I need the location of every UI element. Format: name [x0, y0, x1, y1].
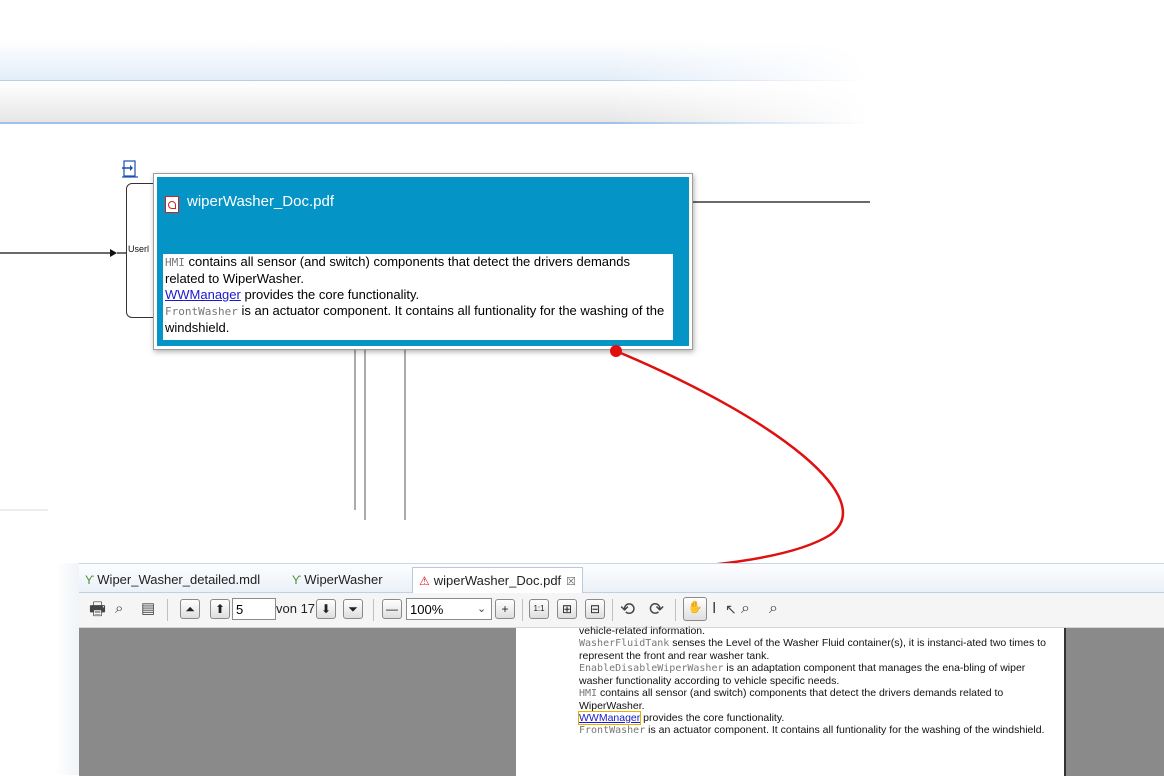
- page-edge: [1064, 628, 1066, 776]
- previous-page-button[interactable]: ⬆: [210, 599, 230, 619]
- tab-wiperwasher-doc-pdf[interactable]: ⚠ wiperWasher_Doc.pdf ☒: [412, 567, 584, 593]
- link-wwmanager[interactable]: WWManager: [165, 287, 241, 302]
- doc-preview-popup: wiperWasher_Doc.pdf HMI contains all sen…: [153, 173, 693, 350]
- print-icon[interactable]: 🖶: [89, 598, 106, 620]
- rotate-right-icon[interactable]: ⟳: [649, 598, 664, 620]
- next-page-button[interactable]: ⬇: [316, 599, 336, 619]
- zoom-out-button[interactable]: —: [382, 599, 402, 619]
- model-icon: Ƴ: [292, 573, 302, 587]
- page-number-input[interactable]: 5: [232, 598, 276, 620]
- popup-title: wiperWasher_Doc.pdf: [187, 193, 335, 210]
- document-link-icon[interactable]: [122, 160, 138, 178]
- actual-size-button[interactable]: 1:1: [529, 599, 549, 619]
- pdf-icon: [165, 196, 179, 213]
- tab-wiperwasher[interactable]: Ƴ WiperWasher: [292, 567, 383, 592]
- page-properties-icon[interactable]: ▤: [141, 598, 155, 620]
- chevron-down-icon[interactable]: ⌄: [477, 598, 486, 620]
- zoom-in-button[interactable]: +: [495, 599, 515, 619]
- close-tab-icon[interactable]: ☒: [566, 576, 576, 588]
- dynamic-zoom-icon[interactable]: ⌕: [769, 598, 778, 620]
- port-label: Userl: [128, 244, 150, 254]
- hand-tool-button[interactable]: ✋: [683, 597, 707, 621]
- pdf-icon: ⚠: [419, 574, 430, 588]
- highlighted-link-wwmanager[interactable]: WWManager: [577, 711, 642, 725]
- editor-tabbar: Ƴ Wiper_Washer_detailed.mdl Ƴ WiperWasher …: [79, 564, 1164, 593]
- fit-page-button[interactable]: ⊞: [557, 599, 577, 619]
- code-hmi: HMI: [165, 256, 185, 269]
- last-page-button[interactable]: ⏷: [343, 599, 363, 619]
- signal-arrowhead: [110, 249, 117, 257]
- tab-wiper-washer-detailed[interactable]: Ƴ Wiper_Washer_detailed.mdl: [85, 567, 260, 592]
- pdf-viewer[interactable]: vehicle-related information. WasherFluid…: [79, 625, 1164, 776]
- select-arrow-icon[interactable]: ↖: [725, 598, 737, 620]
- pdf-page: vehicle-related information. WasherFluid…: [516, 625, 1064, 776]
- find-icon[interactable]: ⌕: [115, 598, 123, 620]
- marquee-zoom-icon[interactable]: ⌕: [741, 598, 750, 620]
- left-edge-fade: [55, 563, 79, 775]
- popup-body: wiperWasher_Doc.pdf HMI contains all sen…: [157, 177, 689, 346]
- code-frontwasher: FrontWasher: [165, 305, 238, 318]
- model-icon: Ƴ: [85, 573, 95, 587]
- rotate-left-icon[interactable]: ⟲: [620, 598, 635, 620]
- popup-text: HMI contains all sensor (and switch) com…: [163, 254, 673, 340]
- pdf-editor: Ƴ Wiper_Washer_detailed.mdl Ƴ WiperWasher …: [79, 563, 1164, 776]
- fit-width-button[interactable]: ⊟: [585, 599, 605, 619]
- page-text: vehicle-related information. WasherFluid…: [577, 625, 1046, 736]
- pdf-toolbar: 🖶 ⌕ ▤ ⏶ ⬆ 5 von 17 ⬇ ⏷ — 100% ⌄ + 1:1 ⊞ …: [79, 593, 1164, 628]
- select-text-icon[interactable]: I: [712, 598, 716, 620]
- first-page-button[interactable]: ⏶: [180, 599, 200, 619]
- page-count-label: von 17: [276, 601, 316, 616]
